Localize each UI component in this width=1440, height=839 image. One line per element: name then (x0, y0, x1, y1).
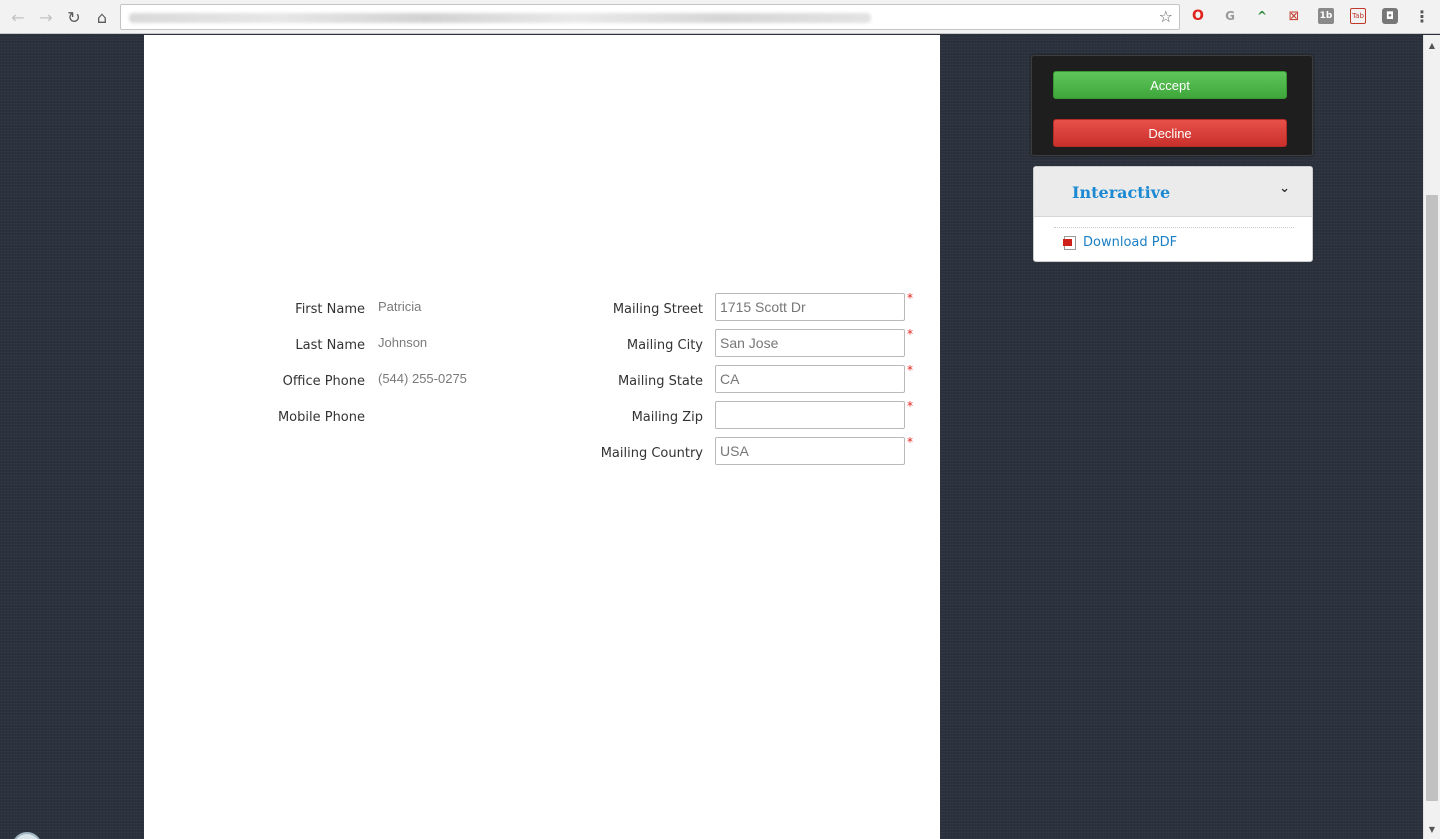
decline-button[interactable]: Decline (1053, 119, 1287, 147)
mailing-state-label: Mailing State (617, 374, 703, 389)
office-phone-value: (544) 255-0275 (378, 371, 467, 386)
back-icon[interactable]: ← (6, 5, 30, 29)
accept-button[interactable]: Accept (1053, 71, 1287, 99)
tab-extension-icon[interactable]: Tab (1350, 8, 1366, 24)
download-pdf-link[interactable]: Download PDF (1083, 235, 1177, 250)
home-icon[interactable]: ⌂ (90, 5, 114, 29)
interactive-panel-title: Interactive (1072, 183, 1171, 202)
mailing-city-label: Mailing City (626, 338, 703, 353)
vertical-scrollbar[interactable]: ▲ ▼ (1423, 35, 1440, 839)
mailing-zip-input[interactable] (715, 401, 905, 429)
grid-extension-icon[interactable]: ⊠ (1286, 8, 1302, 24)
last-name-label: Last Name (295, 338, 365, 353)
opera-extension-icon[interactable]: O (1190, 8, 1206, 24)
scroll-down-arrow-icon[interactable]: ▼ (1424, 821, 1440, 837)
grammar-extension-icon[interactable]: G (1222, 8, 1238, 24)
mailing-city-input[interactable]: San Jose (715, 329, 905, 357)
first-name-value: Patricia (378, 299, 422, 314)
mailing-street-input[interactable]: 1715 Scott Dr (715, 293, 905, 321)
required-marker: * (907, 363, 913, 377)
mailing-street-label: Mailing Street (612, 302, 703, 317)
interactive-panel-header[interactable]: Interactive ⌄ (1034, 167, 1312, 217)
action-panel: Accept Decline (1031, 55, 1313, 156)
forward-icon[interactable]: → (34, 5, 58, 29)
first-name-label: First Name (295, 302, 365, 317)
browser-toolbar: ← → ↻ ⌂ ☆ O G ^ ⊠ 1b Tab ◘ ⋮ (0, 0, 1440, 34)
last-name-value: Johnson (378, 335, 428, 350)
notes-extension-icon[interactable]: ◘ (1382, 8, 1398, 24)
office-phone-label: Office Phone (282, 374, 365, 389)
required-marker: * (907, 435, 913, 449)
chevron-down-icon[interactable]: ⌄ (1279, 181, 1290, 196)
reload-icon[interactable]: ↻ (62, 5, 86, 29)
divider (1054, 227, 1294, 228)
mailing-country-label: Mailing Country (600, 446, 703, 461)
interactive-panel: Interactive ⌄ Download PDF (1033, 166, 1313, 262)
pdf-file-icon (1063, 236, 1076, 250)
required-marker: * (907, 327, 913, 341)
blurred-url (129, 13, 871, 23)
scroll-up-arrow-icon[interactable]: ▲ (1424, 37, 1440, 53)
rainbow-extension-icon[interactable]: ^ (1254, 8, 1270, 24)
mailing-zip-label: Mailing Zip (631, 410, 703, 425)
document-page: First Name Patricia Last Name Johnson Of… (144, 35, 940, 839)
onetab-extension-icon[interactable]: 1b (1318, 8, 1334, 24)
mailing-country-input[interactable]: USA (715, 437, 905, 465)
bookmark-star-icon[interactable]: ☆ (1159, 7, 1173, 26)
browser-menu-icon[interactable]: ⋮ (1414, 7, 1430, 26)
scrollbar-thumb[interactable] (1426, 195, 1438, 801)
mailing-state-input[interactable]: CA (715, 365, 905, 393)
mobile-phone-label: Mobile Phone (277, 410, 365, 425)
address-bar[interactable]: ☆ (120, 4, 1180, 30)
required-marker: * (907, 399, 913, 413)
required-marker: * (907, 291, 913, 305)
